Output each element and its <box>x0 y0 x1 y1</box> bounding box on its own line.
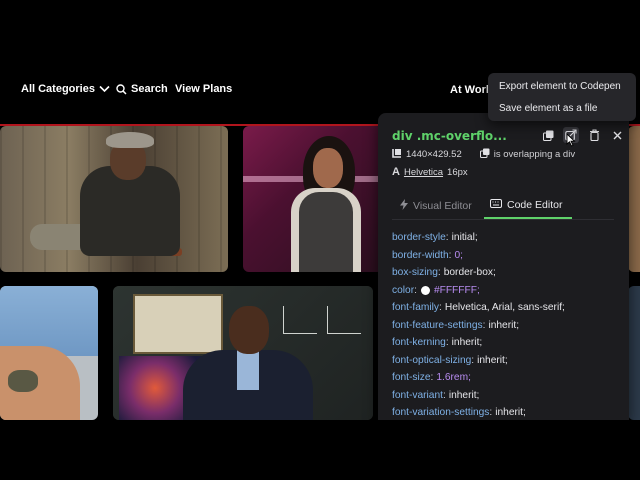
css-property-value[interactable]: 1.6rem; <box>436 372 471 383</box>
instructor-tile[interactable] <box>628 286 640 420</box>
mouse-cursor-icon <box>566 132 576 152</box>
css-property-name: font-family <box>392 302 439 314</box>
css-property-line[interactable]: font-feature-settings: inherit; <box>392 317 622 335</box>
css-property-line[interactable]: font-kerning: inherit; <box>392 334 622 352</box>
close-icon[interactable] <box>609 127 625 143</box>
css-property-line[interactable]: border-width:0; <box>392 247 622 265</box>
css-property-name: font-feature-settings <box>392 319 483 331</box>
element-dimensions: 1440×429.52 <box>406 149 462 160</box>
keyboard-icon <box>490 199 502 211</box>
css-property-name: border-width <box>392 249 449 261</box>
css-property-value[interactable]: inherit; <box>452 337 483 348</box>
css-property-value[interactable]: border-box; <box>444 267 496 278</box>
view-plans-label: View Plans <box>175 83 233 95</box>
element-inspector-panel: div .mc-overflo... 1440×429.52 is overla… <box>378 113 629 420</box>
font-meta-row: A Helvetica 16px <box>392 166 468 178</box>
tab-visual-editor[interactable]: Visual Editor <box>400 199 472 213</box>
css-property-value[interactable]: inherit; <box>495 407 526 418</box>
all-categories-dropdown[interactable]: All Categories <box>21 83 110 95</box>
instructor-tile[interactable] <box>243 126 383 272</box>
css-property-value[interactable]: Helvetica, Arial, sans-serif; <box>445 302 565 313</box>
css-property-name: font-optical-sizing <box>392 354 472 366</box>
tab-code-editor[interactable]: Code Editor <box>490 199 562 211</box>
css-property-value[interactable]: 0; <box>454 250 463 261</box>
search-icon <box>116 83 127 95</box>
inspector-toolbar <box>540 127 625 143</box>
dimensions-icon <box>392 148 402 161</box>
css-property-name: border-style <box>392 232 446 244</box>
instructor-tile[interactable] <box>0 286 98 420</box>
inspector-tabs: Visual Editor Code Editor <box>392 195 614 220</box>
font-name-link[interactable]: Helvetica <box>404 167 443 178</box>
css-property-value[interactable]: inherit; <box>449 390 480 401</box>
tab-code-editor-label: Code Editor <box>507 199 563 211</box>
css-property-line[interactable]: font-size:1.6rem; <box>392 369 622 387</box>
copy-icon[interactable] <box>540 127 556 143</box>
overlap-icon <box>479 148 490 161</box>
overlap-note: is overlapping a div <box>493 149 576 160</box>
chevron-down-icon <box>99 85 110 93</box>
export-menu: Export element to Codepen Save element a… <box>488 73 636 121</box>
css-property-name: box-sizing <box>392 267 438 279</box>
font-size: 16px <box>447 166 468 178</box>
css-property-line[interactable]: color: #FFFFFF; <box>392 282 622 300</box>
at-work-link[interactable]: At Work <box>450 84 492 96</box>
instructor-tile[interactable] <box>0 126 228 272</box>
all-categories-label: All Categories <box>21 83 95 95</box>
tabs-divider <box>392 219 614 220</box>
search-link[interactable]: Search <box>116 83 168 95</box>
view-plans-link[interactable]: View Plans <box>175 83 232 95</box>
css-property-value[interactable]: inherit; <box>477 355 508 366</box>
css-properties-list[interactable]: border-style: initial; border-width:0; box-… <box>392 229 622 420</box>
element-meta-row: 1440×429.52 is overlapping a div <box>392 148 575 161</box>
css-property-value[interactable]: initial; <box>452 232 478 243</box>
menu-item-export-codepen[interactable]: Export element to Codepen <box>499 81 621 92</box>
tab-visual-editor-label: Visual Editor <box>413 200 472 212</box>
instructor-tile[interactable] <box>628 126 640 272</box>
lightning-icon <box>400 199 408 213</box>
css-property-name: font-variation-settings <box>392 407 490 419</box>
trash-icon[interactable] <box>586 127 602 143</box>
css-property-name: font-size <box>392 372 431 384</box>
css-property-name: color <box>392 284 415 296</box>
css-property-value[interactable]: inherit; <box>488 320 519 331</box>
css-property-name: font-variant <box>392 389 443 401</box>
menu-item-save-file[interactable]: Save element as a file <box>499 103 597 114</box>
color-swatch[interactable] <box>420 285 430 295</box>
css-property-value[interactable]: #FFFFFF; <box>434 285 480 296</box>
css-property-line[interactable]: box-sizing: border-box; <box>392 264 622 282</box>
css-property-line[interactable]: font-variation-settings: inherit; <box>392 404 622 420</box>
css-property-line[interactable]: font-optical-sizing: inherit; <box>392 352 622 370</box>
active-tab-indicator <box>484 217 572 219</box>
font-icon: A <box>392 166 400 178</box>
css-property-line[interactable]: font-variant: inherit; <box>392 387 622 405</box>
css-property-name: font-kerning <box>392 337 446 349</box>
search-label: Search <box>131 83 168 95</box>
css-property-line[interactable]: border-style: initial; <box>392 229 622 247</box>
instructor-tile[interactable] <box>113 286 373 420</box>
css-property-line[interactable]: font-family: Helvetica, Arial, sans-serif… <box>392 299 622 317</box>
selected-element-title: div .mc-overflo... <box>392 129 507 143</box>
